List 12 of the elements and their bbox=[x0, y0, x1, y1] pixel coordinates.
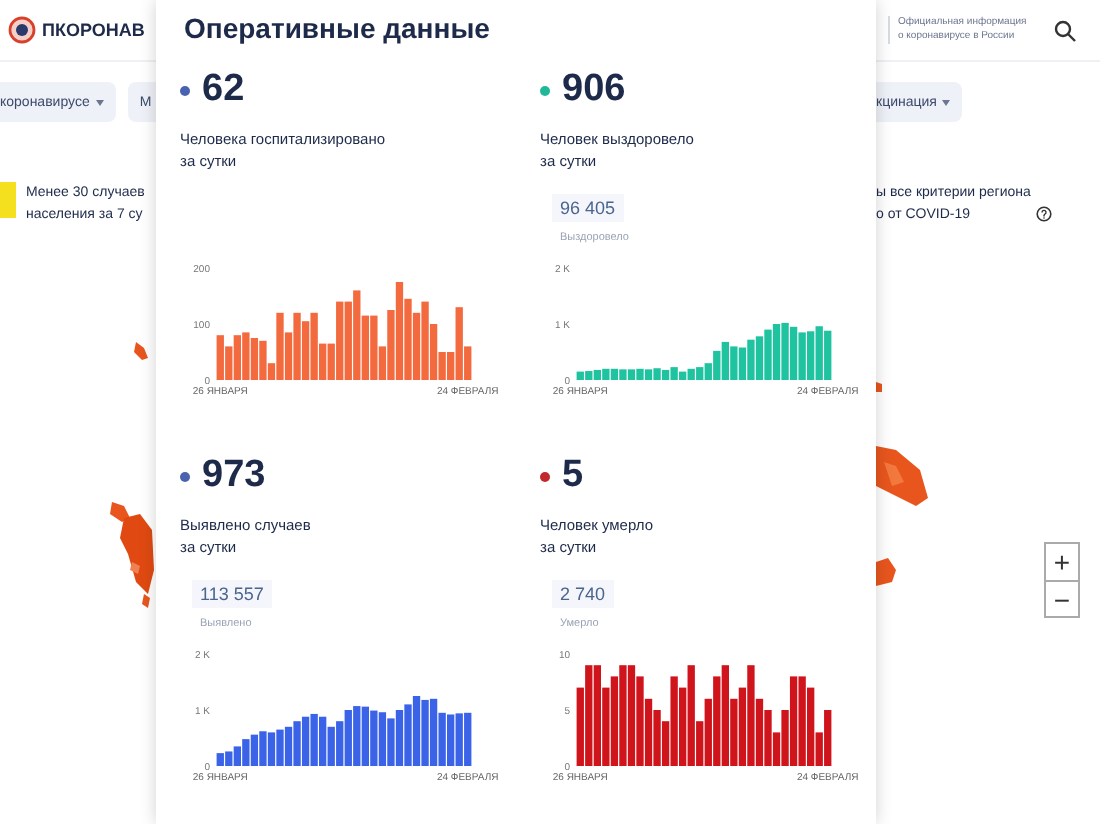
stat-value: 906 bbox=[562, 68, 626, 112]
stat-value: 62 bbox=[202, 68, 245, 112]
panel-title: Оперативные данные bbox=[184, 12, 492, 48]
stat-value: 5 bbox=[562, 454, 584, 498]
logo-text: ПКОРОНАВ bbox=[42, 20, 145, 40]
stat-value: 973 bbox=[202, 454, 266, 498]
logo-icon bbox=[8, 16, 36, 44]
total-value: 113 557 bbox=[192, 580, 272, 608]
search-icon[interactable] bbox=[1054, 19, 1076, 41]
total-value: 2 740 bbox=[552, 580, 614, 608]
help-icon[interactable] bbox=[1036, 206, 1053, 222]
total-value: 96 405 bbox=[552, 194, 624, 222]
